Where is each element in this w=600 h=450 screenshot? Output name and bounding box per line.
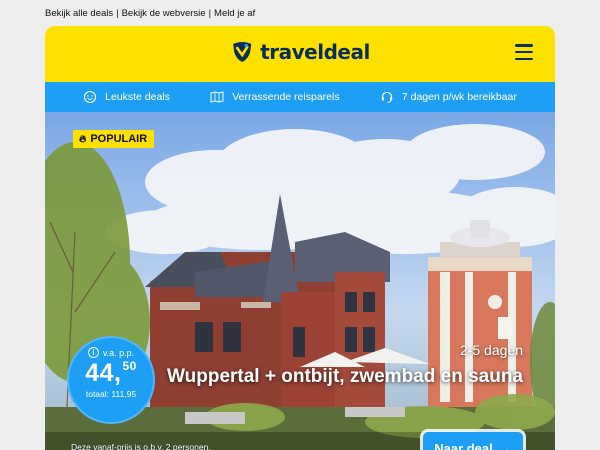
deal-duration: 2-5 dagen <box>459 342 523 358</box>
usp-item: Verrassende reisparels <box>210 90 340 104</box>
usp-label: Leukste deals <box>105 91 170 103</box>
info-icon[interactable]: i <box>87 347 99 358</box>
deal-cta-button[interactable]: Naar deal → <box>423 432 523 450</box>
price: 44,50 <box>69 359 153 388</box>
price-prefix: v.a. p.p. <box>102 347 135 358</box>
smiley-icon <box>84 90 97 104</box>
usp-label: Verrassende reisparels <box>232 91 340 103</box>
price-whole: 44, <box>85 359 122 387</box>
price-prefix-row: i v.a. p.p. <box>69 347 153 358</box>
separator: | <box>208 8 212 19</box>
flame-icon: 🔥︎ <box>79 133 87 145</box>
top-links: Bekijk alle deals | Bekijk de webversie | Me… <box>45 8 255 19</box>
price-total: totaal: 111,95 <box>85 389 137 399</box>
price-cents: 50 <box>122 359 137 373</box>
price-bubble: i v.a. p.p. 44,50 totaal: 111,95 <box>67 336 155 424</box>
deal-title[interactable]: Wuppertal + ontbijt, zwembad en sauna <box>163 362 523 391</box>
world-map-icon <box>210 91 224 103</box>
separator: | <box>116 8 119 19</box>
traveldeal-logo-icon <box>233 42 252 62</box>
header: traveldeal <box>45 26 555 82</box>
cta-label: Naar deal <box>434 440 493 450</box>
usp-item: 7 dagen p/wk bereikbaar <box>380 90 517 104</box>
price-footnote: Deze vanaf-prijs is o.b.v. 2 personen. <box>71 442 211 450</box>
logo[interactable]: traveldeal <box>230 40 370 64</box>
web-version-link[interactable]: Bekijk de webversie <box>122 8 206 19</box>
hamburger-menu-icon[interactable] <box>515 44 533 60</box>
hero-image[interactable]: 🔥︎ POPULAIR i v.a. p.p. 44,50 totaal: 11… <box>45 112 555 450</box>
badge-label: POPULAIR <box>90 133 148 145</box>
headset-icon <box>381 91 393 103</box>
usp-bar: Leukste deals Verrassende reisparels 7 d… <box>45 82 555 112</box>
usp-item: Leukste deals <box>83 90 170 104</box>
email-card: traveldeal Leukste deals Verrassende rei… <box>45 26 555 450</box>
popular-badge: 🔥︎ POPULAIR <box>73 130 155 148</box>
usp-label: 7 dagen p/wk bereikbaar <box>401 91 517 103</box>
arrow-right-icon: → <box>498 440 512 450</box>
unsubscribe-link[interactable]: Meld je af <box>214 8 255 19</box>
logo-text: traveldeal <box>260 40 370 64</box>
all-deals-link[interactable]: Bekijk alle deals <box>45 8 113 19</box>
